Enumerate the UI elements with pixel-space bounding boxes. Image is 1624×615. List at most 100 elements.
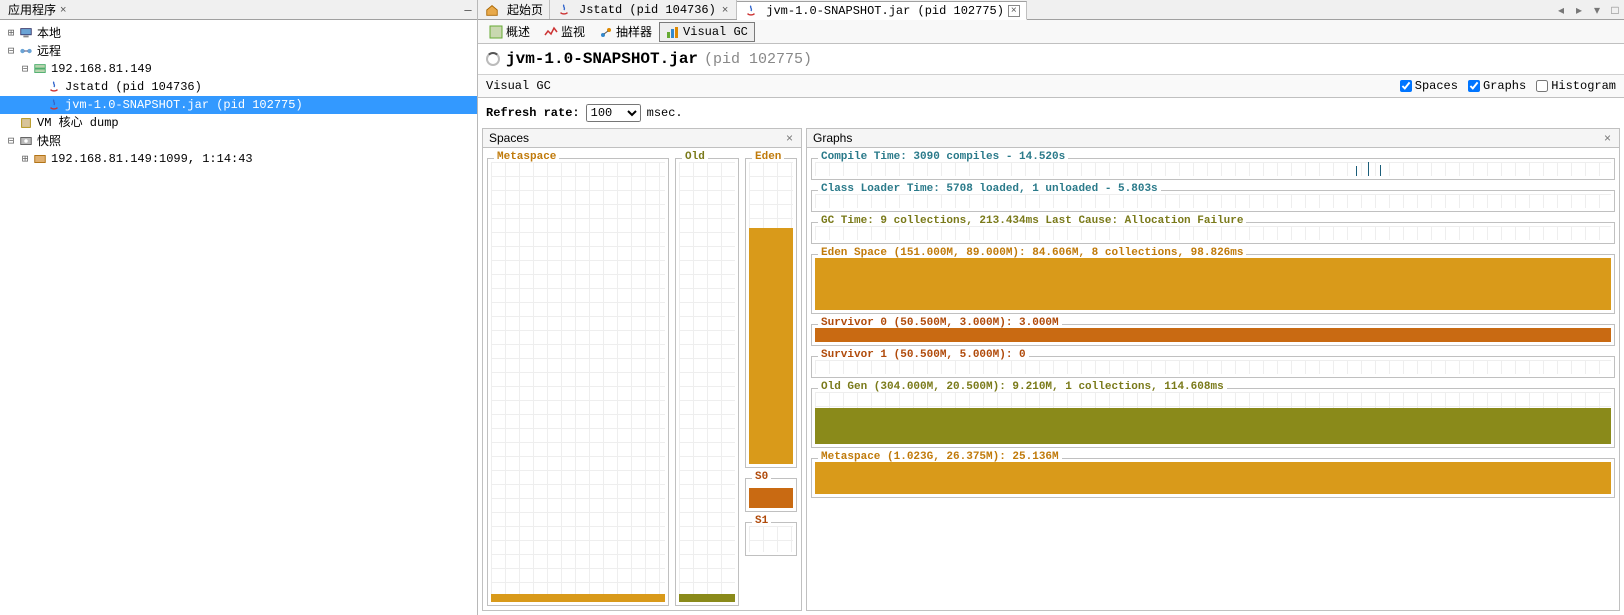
spaces-header: Spaces × [482, 128, 802, 148]
visualgc-subbar: Visual GC Spaces Graphs Histogram [478, 75, 1624, 98]
space-metaspace: Metaspace [487, 158, 669, 606]
tree-snapshot[interactable]: ⊟ 快照 [0, 132, 477, 150]
collapse-icon[interactable]: ⊟ [18, 60, 32, 78]
tree-jstatd[interactable]: Jstatd (pid 104736) [0, 78, 477, 96]
close-icon[interactable]: × [784, 131, 795, 145]
pane-title: Graphs [813, 131, 852, 145]
java-icon [46, 80, 62, 94]
overview-icon [489, 25, 503, 39]
refresh-select[interactable]: 100 [586, 104, 641, 122]
check-label: Histogram [1551, 79, 1616, 93]
tree-label: 192.168.81.149 [51, 60, 152, 78]
graphs-header: Graphs × [806, 128, 1620, 148]
collapse-icon[interactable]: ⊟ [4, 42, 18, 60]
graphs-pane: Graphs × Compile Time: 3090 compiles - 1… [806, 128, 1620, 611]
tree-local[interactable]: ⊞ 本地 [0, 24, 477, 42]
space-s0: S0 [745, 478, 797, 512]
refresh-label: Refresh rate: [486, 106, 580, 120]
graphs-body: Compile Time: 3090 compiles - 14.520s Cl… [806, 148, 1620, 611]
tab-next-icon[interactable]: ▸ [1570, 0, 1588, 19]
close-icon[interactable]: × [720, 4, 730, 16]
minimize-icon[interactable]: – [459, 2, 477, 17]
check-label: Graphs [1483, 79, 1526, 93]
tree-label: 本地 [37, 24, 61, 42]
snapshot-icon [18, 134, 34, 148]
applications-tree: ⊞ 本地 ⊟ 远程 ⊟ 192.168.81.149 Jstatd (pid 1… [0, 20, 477, 172]
subtab-monitor[interactable]: 监视 [537, 20, 592, 43]
close-icon[interactable]: × [60, 4, 66, 16]
graph-s0: Survivor 0 (50.500M, 3.000M): 3.000M [811, 324, 1615, 346]
applications-tab[interactable]: 应用程序 × [0, 0, 74, 20]
subtab-label: 监视 [561, 23, 585, 40]
spaces-body: Metaspace Old Eden [482, 148, 802, 611]
close-icon[interactable]: × [1602, 131, 1613, 145]
tree-label: jvm-1.0-SNAPSHOT.jar (pid 102775) [65, 96, 303, 114]
server-icon [32, 62, 48, 76]
check-histogram[interactable]: Histogram [1536, 79, 1616, 93]
maximize-icon[interactable]: □ [1606, 0, 1624, 19]
computer-icon [18, 26, 34, 40]
graph-meta: Metaspace (1.023G, 26.375M): 25.136M [811, 458, 1615, 498]
view-tabs: 概述 监视 抽样器 Visual GC [478, 20, 1624, 44]
tab-start[interactable]: 起始页 [478, 0, 550, 19]
left-tab-bar: 应用程序 × – [0, 0, 477, 20]
tab-list-icon[interactable]: ▾ [1588, 0, 1606, 19]
pane-title: Spaces [489, 131, 529, 145]
subtab-label: 概述 [506, 23, 530, 40]
refresh-unit: msec. [647, 106, 683, 120]
check-label: Spaces [1415, 79, 1458, 93]
page-subtitle: (pid 102775) [704, 51, 812, 68]
page-title: jvm-1.0-SNAPSHOT.jar [506, 50, 698, 68]
tree-vmcore[interactable]: VM 核心 dump [0, 114, 477, 132]
expand-icon[interactable]: ⊞ [4, 24, 18, 42]
java-icon [46, 98, 62, 112]
java-icon [556, 3, 572, 17]
spaces-checkbox[interactable] [1400, 80, 1412, 92]
space-eden: Eden [745, 158, 797, 468]
close-icon[interactable]: × [1008, 5, 1020, 17]
subtab-label: 抽样器 [616, 23, 652, 40]
applications-tab-label: 应用程序 [8, 1, 56, 18]
tree-label: 远程 [37, 42, 61, 60]
loading-spinner-icon [486, 52, 500, 66]
tree-label: 192.168.81.149:1099, 1:14:43 [51, 150, 253, 168]
graphs-checkbox[interactable] [1468, 80, 1480, 92]
space-label: S0 [752, 471, 771, 483]
network-icon [18, 44, 34, 58]
graph-s1: Survivor 1 (50.500M, 5.000M): 0 [811, 356, 1615, 378]
content-split: Spaces × Metaspace Old [478, 128, 1624, 615]
editor-area: 起始页 Jstatd (pid 104736) × jvm-1.0-SNAPSH… [478, 0, 1624, 615]
space-old: Old [675, 158, 739, 606]
tab-jstatd[interactable]: Jstatd (pid 104736) × [550, 0, 737, 19]
tree-remote[interactable]: ⊟ 远程 [0, 42, 477, 60]
monitor-icon [544, 25, 558, 39]
space-s1: S1 [745, 522, 797, 556]
document-tabs: 起始页 Jstatd (pid 104736) × jvm-1.0-SNAPSH… [478, 0, 1624, 20]
tab-label: jvm-1.0-SNAPSHOT.jar (pid 102775) [766, 4, 1004, 18]
refresh-row: Refresh rate: 100 msec. [478, 98, 1624, 128]
snapshot-item-icon [32, 152, 48, 166]
tab-prev-icon[interactable]: ◂ [1552, 0, 1570, 19]
check-spaces[interactable]: Spaces [1400, 79, 1458, 93]
histogram-checkbox[interactable] [1536, 80, 1548, 92]
subtab-overview[interactable]: 概述 [482, 20, 537, 43]
visualgc-icon [666, 25, 680, 39]
graph-classloader: Class Loader Time: 5708 loaded, 1 unload… [811, 190, 1615, 212]
expand-icon[interactable]: ⊞ [18, 150, 32, 168]
tree-snapshot-item[interactable]: ⊞ 192.168.81.149:1099, 1:14:43 [0, 150, 477, 168]
check-graphs[interactable]: Graphs [1468, 79, 1526, 93]
tree-host[interactable]: ⊟ 192.168.81.149 [0, 60, 477, 78]
graph-old: Old Gen (304.000M, 20.500M): 9.210M, 1 c… [811, 388, 1615, 448]
page-title-row: jvm-1.0-SNAPSHOT.jar (pid 102775) [478, 44, 1624, 75]
tree-jvm-selected[interactable]: jvm-1.0-SNAPSHOT.jar (pid 102775) [0, 96, 477, 114]
subtab-visualgc-active[interactable]: Visual GC [659, 22, 755, 42]
graph-gctime: GC Time: 9 collections, 213.434ms Last C… [811, 222, 1615, 244]
tab-label: 起始页 [507, 1, 543, 18]
subtab-sampler[interactable]: 抽样器 [592, 20, 659, 43]
tree-label: Jstatd (pid 104736) [65, 78, 202, 96]
subbar-label: Visual GC [486, 79, 551, 93]
java-icon [743, 4, 759, 18]
collapse-icon[interactable]: ⊟ [4, 132, 18, 150]
tab-jvm-active[interactable]: jvm-1.0-SNAPSHOT.jar (pid 102775) × [737, 1, 1026, 20]
dump-icon [18, 116, 34, 130]
